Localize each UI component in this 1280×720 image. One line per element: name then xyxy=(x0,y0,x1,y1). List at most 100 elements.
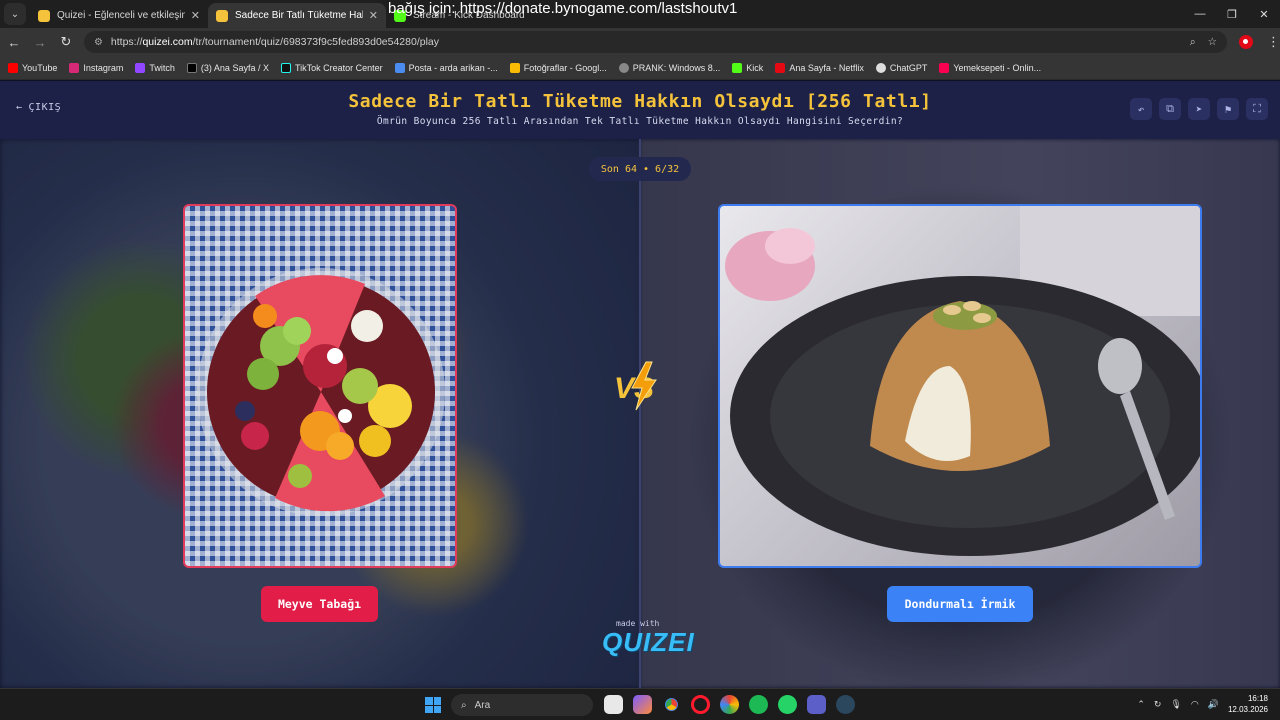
browser-tab-active[interactable]: Sadece Bir Tatlı Tüketme Hakkın ✕ xyxy=(208,3,386,28)
photos-icon xyxy=(509,62,520,73)
window-controls: — ❐ ✕ xyxy=(1184,0,1280,28)
quiz-page: ← ÇIKIŞ Sadece Bir Tatlı Tüketme Hakkın … xyxy=(0,81,1280,688)
right-choice-button[interactable]: Dondurmalı İrmik xyxy=(887,586,1033,622)
bookmark-youtube[interactable]: YouTube xyxy=(8,62,58,73)
tab-title: Quizei - Eğlenceli ve etkileşimli xyxy=(57,10,185,21)
restore-icon[interactable]: ❐ xyxy=(1216,0,1248,28)
bookmark-label: Instagram xyxy=(83,62,124,73)
right-choice-image[interactable] xyxy=(718,204,1202,568)
bookmark-instagram[interactable]: Instagram xyxy=(69,62,124,73)
browser-tab-strip: ⌄ Quizei - Eğlenceli ve etkileşimli ✕ Sa… xyxy=(0,0,1280,28)
quizei-favicon xyxy=(216,9,228,22)
bookmark-prank[interactable]: PRANK: Windows 8... xyxy=(618,62,721,73)
bookmark-label: Fotoğraflar - Googl... xyxy=(523,62,607,73)
chatgpt-icon xyxy=(875,62,886,73)
bookmark-label: TikTok Creator Center xyxy=(294,62,383,73)
url-path: /tr/tournament/quiz/698373f9c5fed893d0e5… xyxy=(192,36,439,48)
taskbar-apps xyxy=(604,695,855,714)
url-prefix: https:// xyxy=(110,36,143,48)
bookmark-label: Twitch xyxy=(149,62,175,73)
tab-title: Sadece Bir Tatlı Tüketme Hakkın xyxy=(235,10,363,21)
bookmark-label: YouTube xyxy=(22,62,58,73)
close-window-icon[interactable]: ✕ xyxy=(1248,0,1280,28)
url-host: quizei.com xyxy=(142,36,193,48)
sync-icon[interactable]: ↻ xyxy=(1154,699,1162,710)
report-flag-icon[interactable]: ⚑ xyxy=(1217,98,1239,120)
bookmark-netflix[interactable]: Ana Sayfa - Netflix xyxy=(775,62,864,73)
colorful-app-icon[interactable] xyxy=(720,695,739,714)
bookmark-kick[interactable]: Kick xyxy=(732,62,764,73)
quiz-subtitle: Ömrün Boyunca 256 Tatlı Arasından Tek Ta… xyxy=(376,116,904,127)
copilot-icon[interactable] xyxy=(633,695,652,714)
microphone-icon[interactable]: 🎙 xyxy=(1170,699,1181,710)
bookmark-label: PRANK: Windows 8... xyxy=(632,62,721,73)
profile-flag-icon[interactable] xyxy=(1239,35,1254,49)
bookmark-x[interactable]: (3) Ana Sayfa / X xyxy=(186,62,269,73)
vs-lightning-svg: VS xyxy=(614,361,657,411)
donate-overlay-text: bağış için: https://donate.bynogame.com/… xyxy=(388,0,738,17)
reload-icon[interactable]: ↻ xyxy=(54,34,78,50)
undo-icon[interactable]: ↶ xyxy=(1130,98,1152,120)
instagram-icon xyxy=(69,62,80,73)
forward-icon[interactable]: → xyxy=(28,35,52,50)
whatsapp-icon[interactable] xyxy=(778,695,797,714)
kick-icon xyxy=(732,62,743,73)
bookmark-label: Posta - arda arikan -... xyxy=(408,62,498,73)
search-icon: ⌕ xyxy=(461,699,467,711)
round-badge: Son 64 • 6/32 xyxy=(589,157,691,181)
bookmark-label: ChatGPT xyxy=(889,62,928,73)
globe-icon xyxy=(618,62,629,73)
file-explorer-icon[interactable] xyxy=(604,695,623,714)
browser-menu-icon[interactable]: ⋮ xyxy=(1267,34,1280,50)
fruit-platter-illustration xyxy=(197,268,445,516)
bookmark-label: (3) Ana Sayfa / X xyxy=(200,62,269,73)
versus-icon: VS xyxy=(612,358,668,414)
quiz-header: ← ÇIKIŞ Sadece Bir Tatlı Tüketme Hakkın … xyxy=(0,81,1280,139)
tab-search-button[interactable]: ⌄ xyxy=(4,3,26,25)
quizei-favicon xyxy=(38,9,50,22)
windows-start-icon[interactable] xyxy=(425,697,441,713)
close-tab-icon[interactable]: ✕ xyxy=(369,9,378,22)
bookmark-photos[interactable]: Fotoğraflar - Googl... xyxy=(509,62,607,73)
dondurmali-irmik-illustration xyxy=(725,206,1200,556)
bookmark-star-icon[interactable]: ☆ xyxy=(1208,36,1217,49)
tiktok-icon xyxy=(280,62,291,73)
steam-icon[interactable] xyxy=(836,695,855,714)
clock[interactable]: 16:18 12.03.2026 xyxy=(1228,693,1268,715)
browser-tab[interactable]: Quizei - Eğlenceli ve etkileşimli ✕ xyxy=(30,3,208,28)
volume-icon[interactable]: 🔊 xyxy=(1208,699,1219,710)
bookmarks-bar: YouTube Instagram Twitch (3) Ana Sayfa /… xyxy=(0,56,1280,80)
header-toolbar: ↶ ⧉ ➤ ⚑ ⛶ xyxy=(1130,98,1268,120)
chrome-icon[interactable] xyxy=(662,695,681,714)
netflix-icon xyxy=(775,62,786,73)
yemeksepeti-icon xyxy=(939,62,950,73)
left-choice-image[interactable] xyxy=(183,204,457,568)
chevron-up-icon[interactable]: ⌃ xyxy=(1137,699,1145,710)
bookmark-twitch[interactable]: Twitch xyxy=(135,62,175,73)
bookmark-label: Kick xyxy=(746,62,764,73)
share-icon[interactable]: ➤ xyxy=(1188,98,1210,120)
url-field[interactable]: ⚙ https://quizei.com/tr/tournament/quiz/… xyxy=(83,31,1228,53)
copy-link-icon[interactable]: ⧉ xyxy=(1159,98,1181,120)
youtube-icon xyxy=(8,62,18,73)
bookmark-chatgpt[interactable]: ChatGPT xyxy=(875,62,928,73)
x-icon xyxy=(186,62,197,73)
bookmark-label: Ana Sayfa - Netflix xyxy=(789,62,864,73)
taskbar-search[interactable]: ⌕ Ara xyxy=(451,694,593,716)
search-placeholder: Ara xyxy=(474,699,491,711)
mail-icon xyxy=(394,62,405,73)
spotify-icon[interactable] xyxy=(749,695,768,714)
wifi-icon[interactable]: ◠ xyxy=(1191,699,1199,710)
fullscreen-icon[interactable]: ⛶ xyxy=(1246,98,1268,120)
teams-icon[interactable] xyxy=(807,695,826,714)
site-info-icon[interactable]: ⚙ xyxy=(94,37,103,48)
bookmark-tiktok[interactable]: TikTok Creator Center xyxy=(280,62,383,73)
zoom-icon[interactable]: ⌕ xyxy=(1190,36,1196,49)
close-tab-icon[interactable]: ✕ xyxy=(191,9,200,22)
back-icon[interactable]: ← xyxy=(2,35,26,50)
bookmark-yemeksepeti[interactable]: Yemeksepeti - Onlin... xyxy=(939,62,1041,73)
left-choice-button[interactable]: Meyve Tabağı xyxy=(261,586,378,622)
minimize-icon[interactable]: — xyxy=(1184,0,1216,28)
bookmark-mail[interactable]: Posta - arda arikan -... xyxy=(394,62,498,73)
opera-icon[interactable] xyxy=(691,695,710,714)
